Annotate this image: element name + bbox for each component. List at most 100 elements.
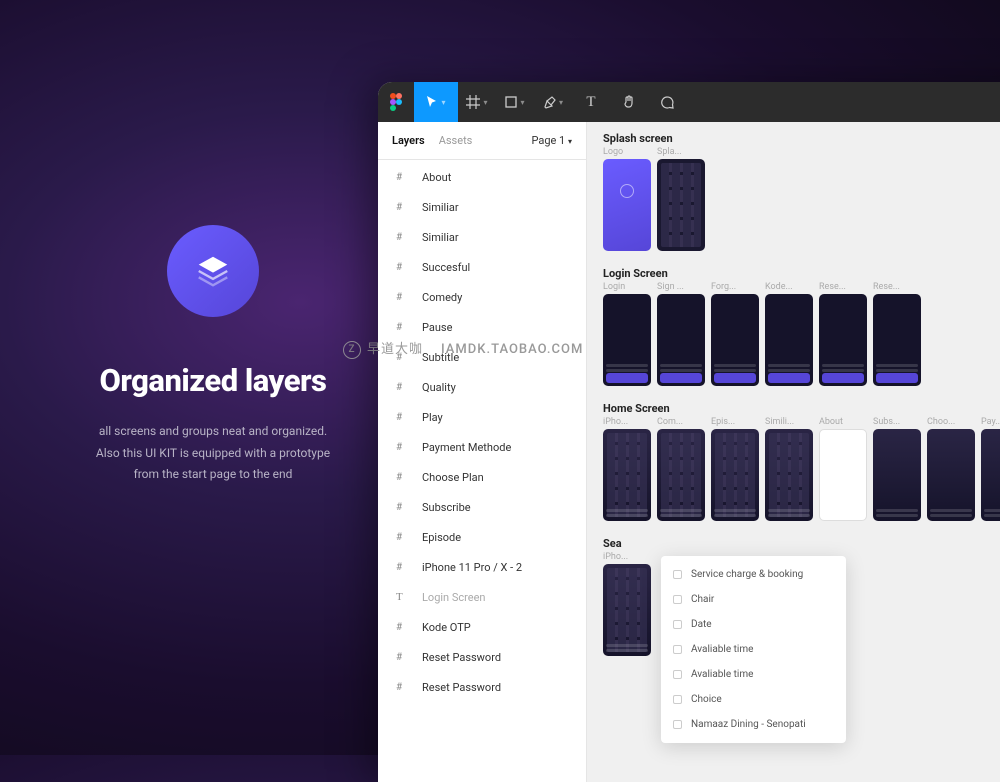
screen-thumbnail[interactable] [873,294,921,386]
section-title: Login Screen [603,267,1000,280]
layer-label: Pause [422,321,452,334]
layer-row[interactable]: #Quality [378,372,586,402]
dropdown-item[interactable]: Avaliable time [661,637,846,662]
screen-thumbnail[interactable] [765,294,813,386]
screen-thumbnail[interactable] [711,429,759,521]
dropdown-item[interactable]: Choice [661,687,846,712]
figma-logo-icon[interactable] [378,82,414,122]
screen-thumbnail[interactable] [657,429,705,521]
screen-thumbnail[interactable] [603,294,651,386]
screen-thumbnail[interactable] [657,294,705,386]
dropdown-item[interactable]: Avaliable time [661,662,846,687]
promo-title: Organized layers [68,362,358,399]
tab-layers[interactable]: Layers [392,134,425,147]
layer-row[interactable]: TLogin Screen [378,582,586,612]
dropdown-label: Choice [691,694,722,705]
layer-row[interactable]: # Reset Password [378,672,586,702]
dropdown-item[interactable]: Namaaz Dining - Senopati [661,712,846,737]
dropdown-label: Avaliable time [691,644,753,655]
layer-row[interactable]: #Choose Plan [378,462,586,492]
layer-label: Similiar [422,201,459,214]
screen-thumbnail[interactable] [603,429,651,521]
screen-thumbnail[interactable] [603,159,651,251]
dropdown-item[interactable]: Chair [661,587,846,612]
hand-tool[interactable] [610,82,648,122]
screen-thumbnail[interactable] [657,159,705,251]
screen-thumbnail[interactable] [765,429,813,521]
screen-label: Kode... [765,282,813,292]
layer-row[interactable]: # Subtitle [378,342,586,372]
canvas-section: Login ScreenLoginSign ...Forg...Kode...R… [603,267,1000,386]
frame-icon: # [396,322,412,333]
layer-row[interactable]: #Kode OTP [378,612,586,642]
dropdown-label: Namaaz Dining - Senopati [691,719,806,730]
layer-row[interactable]: # Comedy [378,282,586,312]
layer-label: Succesful [422,261,470,274]
dropdown-label: Chair [691,594,714,605]
move-tool[interactable]: ▾ [414,82,458,122]
screen-label: iPho... [603,417,651,427]
screen-thumbnail[interactable] [927,429,975,521]
screen-thumbnail[interactable] [819,294,867,386]
frame-icon: # [396,652,412,663]
screen-thumbnail[interactable] [819,429,867,521]
layer-row[interactable]: # Pause [378,312,586,342]
screen-label: Forg... [711,282,759,292]
page-selector[interactable]: Page 1 ▾ [531,134,572,147]
screen-thumbnail[interactable] [873,429,921,521]
frame-icon: # [396,352,412,363]
layers-sidebar: Layers Assets Page 1 ▾ #About#Similiar#S… [378,122,587,782]
layer-label: Subtitle [422,351,459,364]
frame-icon: # [396,622,412,633]
screen-thumbnail[interactable] [981,429,1000,521]
layer-label: Reset Password [422,681,501,694]
checkbox-icon [673,595,682,604]
dropdown-item[interactable]: Service charge & booking [661,562,846,587]
layer-row[interactable]: #Payment Methode [378,432,586,462]
layer-label: iPhone 11 Pro / X - 2 [422,561,522,574]
layer-row[interactable]: #Episode [378,522,586,552]
promo-panel: Organized layers all screens and groups … [68,225,358,486]
comment-tool[interactable] [648,82,686,122]
frame-tool[interactable]: ▾ [458,82,496,122]
screen-thumbnail[interactable] [603,564,651,656]
tab-assets[interactable]: Assets [439,134,473,147]
context-dropdown[interactable]: Service charge & booking Chair Date Avaliab… [661,556,846,743]
pen-tool[interactable]: ▾ [534,82,572,122]
frame-icon: # [396,292,412,303]
screen-thumbnail[interactable] [711,294,759,386]
layer-row[interactable]: #About [378,162,586,192]
frame-icon: # [396,682,412,693]
layer-row[interactable]: #Subscribe [378,492,586,522]
frame-icon: # [396,232,412,243]
screen-label: Logo [603,147,651,157]
promo-subtitle: all screens and groups neat and organize… [68,421,358,486]
layer-label: Play [422,411,443,424]
layer-label: About [422,171,451,184]
layer-row[interactable]: #Play [378,402,586,432]
screen-label: Subs... [873,417,921,427]
frame-icon: # [396,472,412,483]
checkbox-icon [673,720,682,729]
screen-label: Com... [657,417,705,427]
layer-row[interactable]: #Similiar [378,192,586,222]
text-tool[interactable]: T [572,82,610,122]
layer-row[interactable]: #iPhone 11 Pro / X - 2 [378,552,586,582]
canvas-section: Home ScreeniPho...Com...Epis...Simili...… [603,402,1000,521]
layers-hero-icon [167,225,259,317]
layer-row[interactable]: #Succesful [378,252,586,282]
dropdown-label: Avaliable time [691,669,753,680]
dropdown-item[interactable]: Date [661,612,846,637]
layer-label: Comedy [422,291,462,304]
layer-label: Episode [422,531,461,544]
sidebar-tabs: Layers Assets Page 1 ▾ [378,122,586,160]
layer-row[interactable]: #Reset Password [378,642,586,672]
screen-label: Pay... [981,417,1000,427]
layer-label: Subscribe [422,501,471,514]
layer-label: Quality [422,381,456,394]
shape-tool[interactable]: ▾ [496,82,534,122]
section-title: Splash screen [603,132,1000,145]
screen-label: Simili... [765,417,813,427]
layer-row[interactable]: #Similiar [378,222,586,252]
dropdown-label: Service charge & booking [691,569,803,580]
